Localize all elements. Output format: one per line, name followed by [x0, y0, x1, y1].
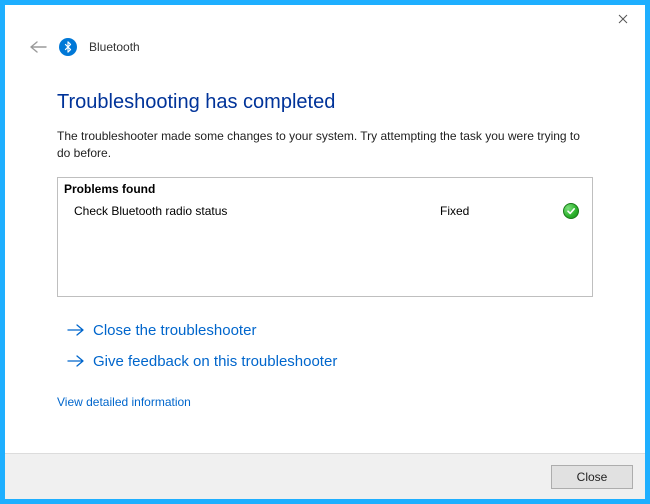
- header-row: Bluetooth: [5, 33, 645, 61]
- problem-status: Fixed: [440, 204, 560, 218]
- close-button[interactable]: Close: [551, 465, 633, 489]
- action-list: Close the troubleshooter Give feedback o…: [57, 315, 593, 377]
- problem-status-icon: [560, 203, 582, 219]
- problems-found-header: Problems found: [62, 180, 584, 201]
- problems-found-box: Problems found Check Bluetooth radio sta…: [57, 177, 593, 297]
- header-title: Bluetooth: [89, 40, 140, 54]
- arrow-right-icon: [67, 354, 85, 368]
- content-area: Troubleshooting has completed The troubl…: [5, 61, 645, 453]
- close-troubleshooter-label: Close the troubleshooter: [93, 322, 256, 339]
- arrow-right-icon: [67, 323, 85, 337]
- troubleshooter-window: Bluetooth Troubleshooting has completed …: [0, 0, 650, 504]
- footer-bar: Close: [5, 453, 645, 499]
- close-troubleshooter-link[interactable]: Close the troubleshooter: [57, 315, 593, 346]
- problem-name: Check Bluetooth radio status: [74, 204, 440, 218]
- page-title: Troubleshooting has completed: [57, 91, 593, 114]
- table-row: Check Bluetooth radio status Fixed: [62, 201, 584, 221]
- close-icon: [618, 12, 628, 27]
- checkmark-icon: [563, 203, 579, 219]
- bluetooth-icon: [59, 38, 77, 56]
- titlebar: [5, 5, 645, 33]
- page-description: The troubleshooter made some changes to …: [57, 128, 593, 163]
- view-detailed-information-link[interactable]: View detailed information: [57, 395, 191, 409]
- back-arrow-icon[interactable]: [29, 40, 47, 54]
- give-feedback-label: Give feedback on this troubleshooter: [93, 353, 337, 370]
- give-feedback-link[interactable]: Give feedback on this troubleshooter: [57, 346, 593, 377]
- window-close-button[interactable]: [601, 5, 645, 33]
